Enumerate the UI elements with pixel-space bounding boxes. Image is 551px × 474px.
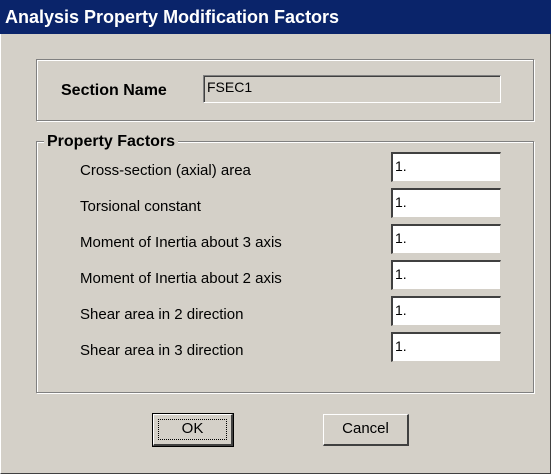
section-name-label: Section Name xyxy=(61,82,167,99)
ok-focus-rect xyxy=(158,419,227,440)
property-factors-title: Property Factors xyxy=(44,133,179,151)
dialog-body: Section Name FSEC1 Property Factors Cros… xyxy=(0,34,551,474)
cancel-button-label: Cancel xyxy=(342,420,389,437)
moment-inertia-3-input[interactable]: 1. xyxy=(391,224,501,254)
cross-section-area-label: Cross-section (axial) area xyxy=(80,162,251,179)
moment-inertia-2-label: Moment of Inertia about 2 axis xyxy=(80,270,282,287)
cancel-button[interactable]: Cancel xyxy=(323,414,409,446)
moment-inertia-3-label: Moment of Inertia about 3 axis xyxy=(80,234,282,251)
torsional-constant-label: Torsional constant xyxy=(80,198,201,215)
dialog-title-bar[interactable]: Analysis Property Modification Factors xyxy=(0,0,551,34)
moment-inertia-2-input[interactable]: 1. xyxy=(391,260,501,290)
shear-area-2-input[interactable]: 1. xyxy=(391,296,501,326)
cross-section-area-input[interactable]: 1. xyxy=(391,152,501,182)
ok-button[interactable]: OK xyxy=(152,413,234,447)
section-name-field: FSEC1 xyxy=(203,75,501,103)
torsional-constant-input[interactable]: 1. xyxy=(391,188,501,218)
shear-area-2-label: Shear area in 2 direction xyxy=(80,306,244,323)
dialog-title: Analysis Property Modification Factors xyxy=(5,7,340,27)
shear-area-3-input[interactable]: 1. xyxy=(391,332,501,362)
shear-area-3-label: Shear area in 3 direction xyxy=(80,342,244,359)
